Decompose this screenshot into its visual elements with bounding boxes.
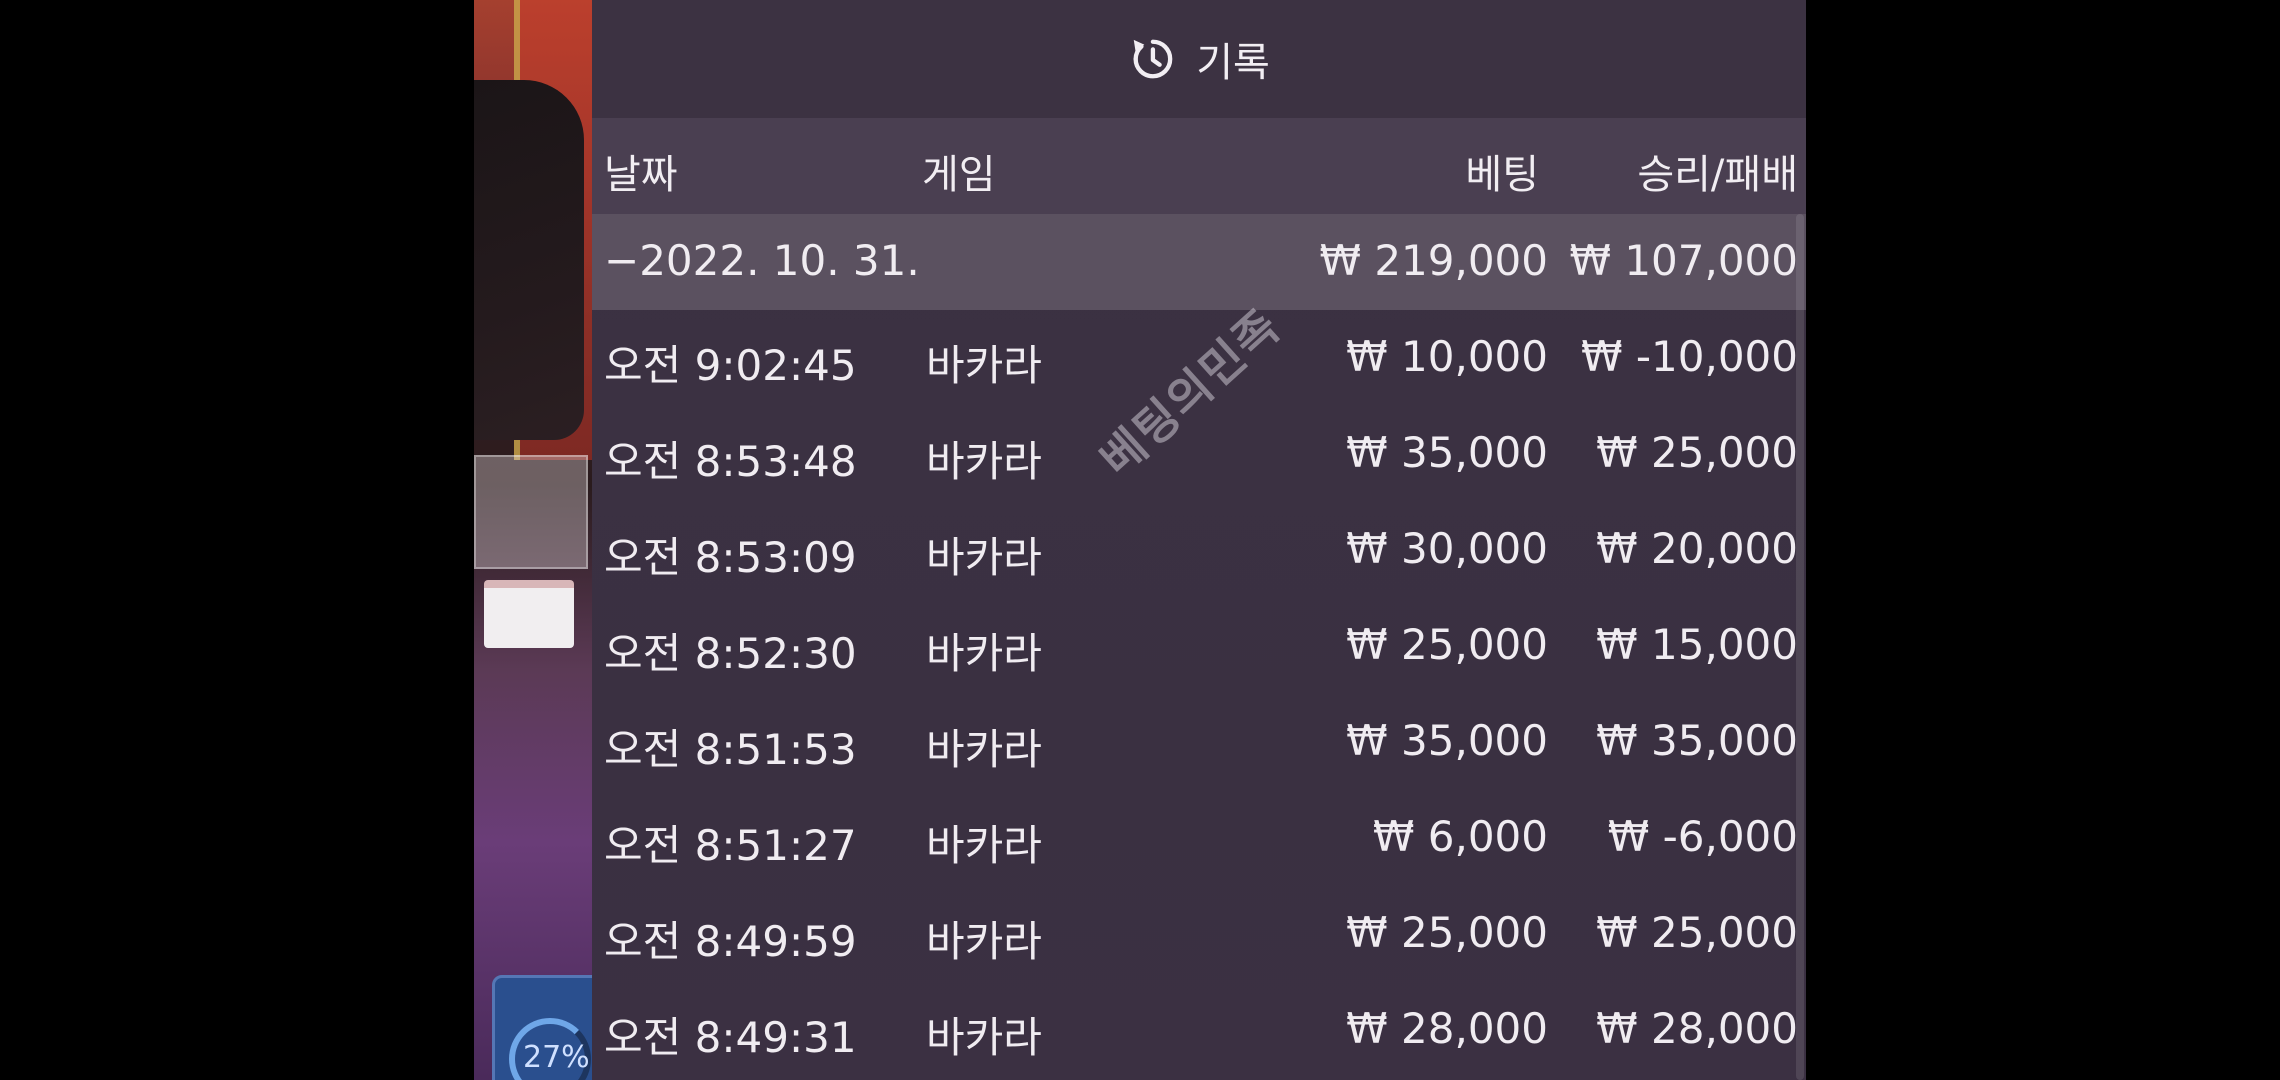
row-game: 바카라 bbox=[926, 917, 1042, 966]
date-group-total-bet: ₩ 219,000 bbox=[1319, 236, 1548, 285]
row-game: 바카라 bbox=[926, 437, 1042, 486]
row-bet: ₩ 30,000 bbox=[1346, 524, 1548, 573]
row-win-loss: ₩ -6,000 bbox=[1607, 812, 1798, 861]
date-group-label: −2022. 10. 31. bbox=[604, 236, 920, 285]
row-win-loss: ₩ 25,000 bbox=[1596, 908, 1798, 957]
panel-title: 기록 bbox=[1196, 40, 1270, 86]
row-bet: ₩ 10,000 bbox=[1346, 332, 1548, 381]
table-row[interactable]: 오전 8:49:59 바카라 ₩ 25,000 ₩ 25,000 bbox=[592, 886, 1806, 982]
row-win-loss: ₩ 28,000 bbox=[1596, 1004, 1798, 1053]
column-header-game[interactable]: 게임 bbox=[922, 142, 996, 200]
column-header-row: 날짜 게임 베팅 승리/패배 bbox=[592, 118, 1806, 214]
panel-header: 기록 bbox=[592, 0, 1806, 118]
table-row[interactable]: 오전 8:49:31 바카라 ₩ 28,000 ₩ 28,000 bbox=[592, 982, 1806, 1078]
row-game: 바카라 bbox=[926, 821, 1042, 870]
row-win-loss: ₩ 15,000 bbox=[1596, 620, 1798, 669]
row-time: 오전 8:53:09 bbox=[604, 533, 857, 582]
row-game: 바카라 bbox=[926, 533, 1042, 582]
column-header-win-loss[interactable]: 승리/패배 bbox=[1637, 142, 1798, 200]
column-header-bet[interactable]: 베팅 bbox=[1465, 142, 1539, 200]
row-bet: ₩ 28,000 bbox=[1346, 1004, 1548, 1053]
row-time: 오전 9:02:45 bbox=[604, 341, 857, 390]
row-bet: ₩ 35,000 bbox=[1346, 428, 1548, 477]
row-game: 바카라 bbox=[926, 341, 1042, 390]
row-time: 오전 8:53:48 bbox=[604, 437, 857, 486]
row-bet: ₩ 25,000 bbox=[1346, 908, 1548, 957]
dealer-figure bbox=[474, 80, 584, 440]
row-win-loss: ₩ 35,000 bbox=[1596, 716, 1798, 765]
row-time: 오전 8:49:31 bbox=[604, 1013, 857, 1062]
table-row[interactable]: 오전 8:53:09 바카라 ₩ 30,000 ₩ 20,000 bbox=[592, 502, 1806, 598]
table-row[interactable]: 오전 8:52:30 바카라 ₩ 25,000 ₩ 15,000 bbox=[592, 598, 1806, 694]
history-icon bbox=[1133, 39, 1173, 79]
history-panel: 기록 날짜 게임 베팅 승리/패배 −2022. 10. 31. ₩ 219,0… bbox=[592, 0, 1806, 1080]
row-time: 오전 8:49:59 bbox=[604, 917, 857, 966]
timer-badge[interactable]: 27% bbox=[492, 975, 594, 1080]
date-group-row[interactable]: −2022. 10. 31. ₩ 219,000 ₩ 107,000 bbox=[592, 214, 1806, 310]
row-win-loss: ₩ -10,000 bbox=[1581, 332, 1798, 381]
row-time: 오전 8:52:30 bbox=[604, 629, 857, 678]
screen: 27% 기록 날짜 게임 베팅 승리/패배 −2022. 10. 31. ₩ 2… bbox=[0, 0, 2280, 1080]
table-row[interactable]: 오전 8:51:27 바카라 ₩ 6,000 ₩ -6,000 bbox=[592, 790, 1806, 886]
row-bet: ₩ 25,000 bbox=[1346, 620, 1548, 669]
scrollbar[interactable] bbox=[1796, 214, 1804, 1080]
row-win-loss: ₩ 20,000 bbox=[1596, 524, 1798, 573]
row-bet: ₩ 6,000 bbox=[1372, 812, 1548, 861]
row-game: 바카라 bbox=[926, 629, 1042, 678]
card-shoe bbox=[474, 455, 588, 569]
row-time: 오전 8:51:27 bbox=[604, 821, 857, 870]
table-row[interactable]: 오전 8:51:53 바카라 ₩ 35,000 ₩ 35,000 bbox=[592, 694, 1806, 790]
row-game: 바카라 bbox=[926, 1013, 1042, 1062]
timer-badge-text: 27% bbox=[523, 1040, 590, 1075]
card-stack bbox=[484, 580, 574, 648]
date-group-total-win-loss: ₩ 107,000 bbox=[1569, 236, 1798, 285]
column-header-date[interactable]: 날짜 bbox=[604, 142, 678, 200]
row-game: 바카라 bbox=[926, 725, 1042, 774]
live-dealer-video: 27% bbox=[474, 0, 594, 1080]
row-time: 오전 8:51:53 bbox=[604, 725, 857, 774]
row-win-loss: ₩ 25,000 bbox=[1596, 428, 1798, 477]
row-bet: ₩ 35,000 bbox=[1346, 716, 1548, 765]
